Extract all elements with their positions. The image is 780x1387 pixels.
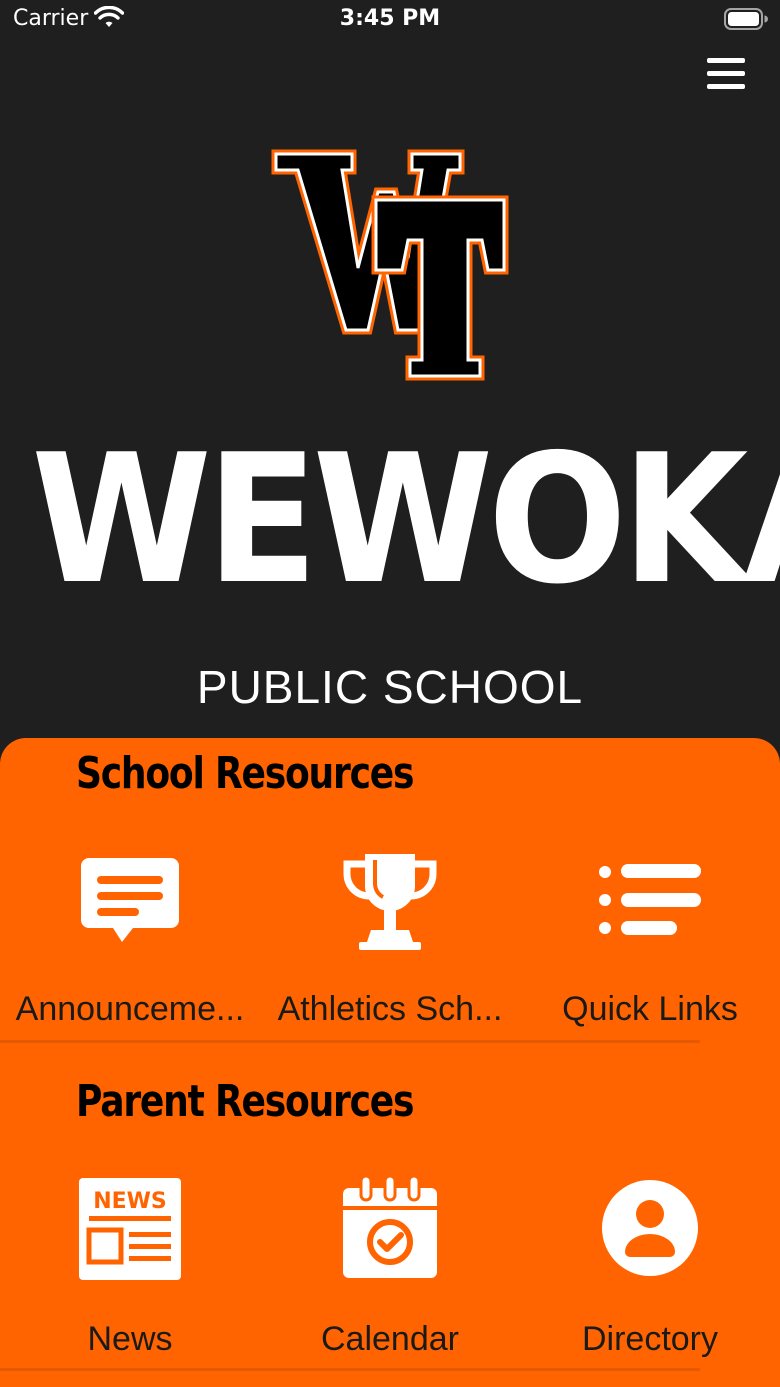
calendar-icon [343, 1176, 437, 1278]
tile-directory[interactable]: Directory [520, 1176, 780, 1366]
person-icon [602, 1180, 698, 1276]
battery-icon [724, 8, 768, 30]
tile-news[interactable]: NEWS News [0, 1176, 260, 1366]
tile-quick-links[interactable]: Quick Links [520, 850, 780, 1040]
trophy-icon [343, 854, 437, 950]
logo-monogram-icon [271, 149, 509, 381]
section-title-parent: Parent Resources [76, 1076, 414, 1127]
clock: 3:45 PM [339, 6, 441, 31]
list-icon [599, 864, 701, 935]
newspaper-icon: NEWS [79, 1178, 181, 1280]
tile-label: Announceme... [15, 990, 245, 1028]
tile-label: News [87, 1320, 173, 1358]
menu-button[interactable] [704, 56, 748, 92]
resources-panel: School Resources Announceme... Athletics… [0, 738, 780, 1387]
tile-label: Quick Links [562, 990, 738, 1028]
menu-bar [707, 71, 745, 76]
school-tagline: PUBLIC SCHOOL [196, 661, 584, 713]
section-divider [0, 1040, 700, 1043]
tile-label: Directory [581, 1320, 719, 1358]
section-title-school: School Resources [76, 748, 414, 799]
tile-calendar[interactable]: Calendar [260, 1176, 520, 1366]
status-bar: Carrier 3:45 PM [0, 0, 780, 40]
tile-label: Calendar [321, 1320, 459, 1358]
message-icon [81, 858, 179, 942]
school-wordmark: WEWOKA [31, 416, 780, 623]
app-screen: Carrier 3:45 PM WEWOKA PUBLIC SCHOOL [0, 0, 780, 1387]
tile-label: Athletics Sch... [277, 990, 503, 1028]
menu-bar [707, 84, 745, 89]
svg-text:NEWS: NEWS [93, 1189, 167, 1214]
menu-bar [707, 58, 745, 63]
tile-announcements[interactable]: Announceme... [0, 850, 260, 1040]
tile-athletics[interactable]: Athletics Sch... [260, 850, 520, 1040]
section-divider [0, 1368, 700, 1371]
